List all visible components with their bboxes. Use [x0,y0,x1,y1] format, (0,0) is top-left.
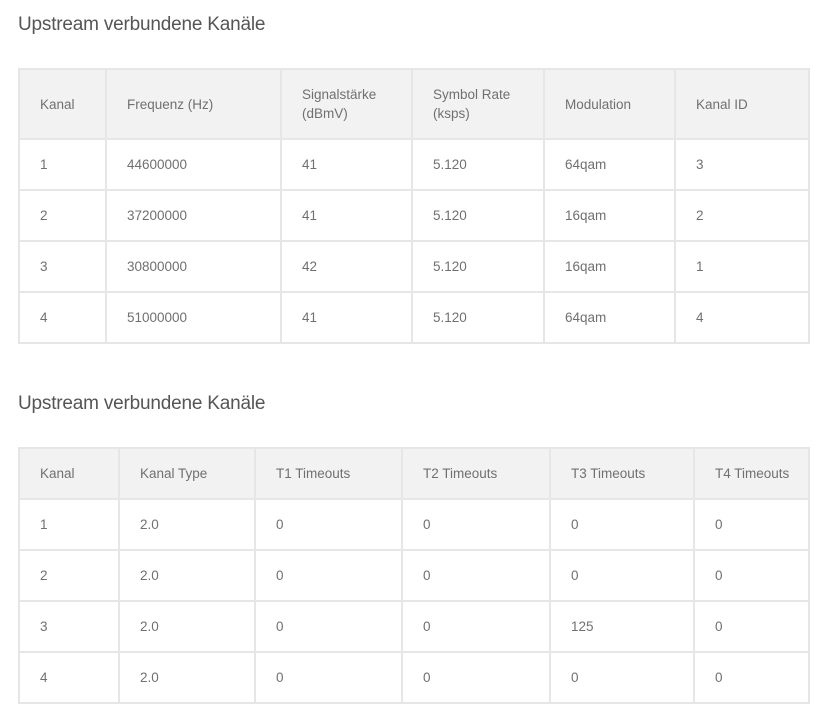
cell-kanal-id: 1 [674,240,810,293]
cell-symbol-rate: 5.120 [411,291,545,344]
column-header-kanal: Kanal [18,68,107,140]
cell-kanal-type: 2.0 [118,600,256,653]
cell-t1-timeouts: 0 [254,651,403,704]
table-row: 1 44600000 41 5.120 64qam 3 [18,138,810,191]
cell-t1-timeouts: 0 [254,498,403,551]
column-header-symbol-rate: Symbol Rate (ksps) [411,68,545,140]
column-header-frequenz: Frequenz (Hz) [105,68,282,140]
cell-kanal: 4 [18,291,107,344]
cell-t3-timeouts: 0 [549,651,695,704]
cell-symbol-rate: 5.120 [411,138,545,191]
column-header-modulation: Modulation [543,68,676,140]
cell-modulation: 64qam [543,291,676,344]
cell-kanal: 3 [18,240,107,293]
section-title-upstream-channels: Upstream verbundene Kanäle [18,14,266,35]
cell-symbol-rate: 5.120 [411,240,545,293]
cell-frequenz: 44600000 [105,138,282,191]
cell-t2-timeouts: 0 [401,600,551,653]
cell-t4-timeouts: 0 [693,600,810,653]
cell-signalstaerke: 41 [280,189,413,242]
table-row: 3 30800000 42 5.120 16qam 1 [18,240,810,293]
column-header-t4-timeouts: T4 Timeouts [693,447,810,500]
cell-signalstaerke: 42 [280,240,413,293]
upstream-timeouts-table: Kanal Kanal Type T1 Timeouts T2 Timeouts… [18,447,810,704]
cell-signalstaerke: 41 [280,138,413,191]
cell-kanal: 4 [18,651,120,704]
cell-modulation: 64qam [543,138,676,191]
cell-t2-timeouts: 0 [401,651,551,704]
cell-t4-timeouts: 0 [693,549,810,602]
cell-t1-timeouts: 0 [254,549,403,602]
cell-t3-timeouts: 0 [549,549,695,602]
cell-kanal: 3 [18,600,120,653]
column-header-kanal-type: Kanal Type [118,447,256,500]
upstream-channels-table: Kanal Frequenz (Hz) Signalstärke (dBmV) S… [18,68,810,344]
column-header-kanal-id: Kanal ID [674,68,810,140]
cell-t2-timeouts: 0 [401,549,551,602]
column-header-t3-timeouts: T3 Timeouts [549,447,695,500]
table-row: 3 2.0 0 0 125 0 [18,600,810,653]
cell-frequenz: 51000000 [105,291,282,344]
cell-t1-timeouts: 0 [254,600,403,653]
cell-kanal-type: 2.0 [118,651,256,704]
section-title-upstream-timeouts: Upstream verbundene Kanäle [18,393,266,414]
table-header-row: Kanal Kanal Type T1 Timeouts T2 Timeouts… [18,447,810,500]
cell-modulation: 16qam [543,189,676,242]
cell-kanal: 2 [18,189,107,242]
cell-frequenz: 30800000 [105,240,282,293]
cell-t2-timeouts: 0 [401,498,551,551]
table-row: 4 2.0 0 0 0 0 [18,651,810,704]
table-row: 2 2.0 0 0 0 0 [18,549,810,602]
cell-kanal: 2 [18,549,120,602]
cell-frequenz: 37200000 [105,189,282,242]
cell-kanal-type: 2.0 [118,549,256,602]
cell-t3-timeouts: 0 [549,498,695,551]
table-row: 1 2.0 0 0 0 0 [18,498,810,551]
column-header-signalstaerke: Signalstärke (dBmV) [280,68,413,140]
cell-t4-timeouts: 0 [693,651,810,704]
cell-signalstaerke: 41 [280,291,413,344]
cell-symbol-rate: 5.120 [411,189,545,242]
cell-kanal-type: 2.0 [118,498,256,551]
table-header-row: Kanal Frequenz (Hz) Signalstärke (dBmV) S… [18,68,810,140]
cell-kanal-id: 4 [674,291,810,344]
table-row: 2 37200000 41 5.120 16qam 2 [18,189,810,242]
cell-t3-timeouts: 125 [549,600,695,653]
table-row: 4 51000000 41 5.120 64qam 4 [18,291,810,344]
cell-kanal-id: 3 [674,138,810,191]
column-header-kanal: Kanal [18,447,120,500]
cell-t4-timeouts: 0 [693,498,810,551]
cell-kanal-id: 2 [674,189,810,242]
column-header-t2-timeouts: T2 Timeouts [401,447,551,500]
column-header-t1-timeouts: T1 Timeouts [254,447,403,500]
cell-kanal: 1 [18,498,120,551]
cell-modulation: 16qam [543,240,676,293]
cell-kanal: 1 [18,138,107,191]
